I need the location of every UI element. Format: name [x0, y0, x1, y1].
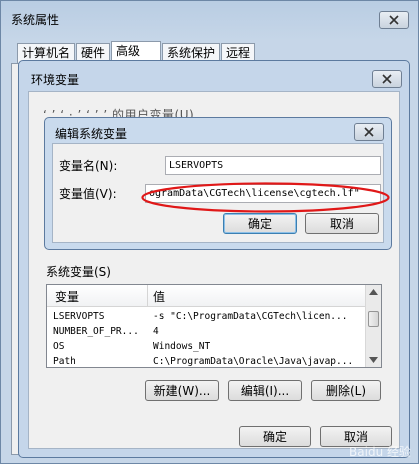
new-button[interactable]: 新建(W)... [145, 380, 219, 401]
vertical-scrollbar[interactable] [365, 285, 381, 367]
close-icon [389, 15, 399, 25]
row-value: C:\ProgramData\Oracle\Java\javap... [153, 356, 354, 367]
close-button[interactable] [379, 11, 409, 29]
row-name: NUMBER_OF_PR... [53, 326, 139, 337]
column-separator[interactable] [147, 285, 148, 307]
watermark: Baidu 经验 [349, 445, 411, 459]
table-row[interactable]: OS Windows_NT [47, 339, 367, 354]
cancel-button[interactable]: 取消 [305, 213, 379, 234]
close-button[interactable] [372, 70, 402, 88]
ok-button[interactable]: 确定 [223, 213, 297, 234]
table-row[interactable]: LSERVOPTS -s "C:\ProgramData\CGTech\lice… [47, 309, 367, 324]
close-icon [382, 74, 392, 84]
list-header: 变量 值 [47, 285, 381, 307]
row-value: 4 [153, 326, 159, 337]
variable-name-input[interactable]: LSERVOPTS [165, 156, 381, 175]
column-header-value[interactable]: 值 [153, 288, 165, 305]
highlight-ellipse [141, 182, 390, 213]
variable-value-label: 变量值(V): [59, 187, 117, 201]
dialog-title: 编辑系统变量 [55, 127, 128, 141]
system-variables-label: 系统变量(S) [46, 265, 111, 279]
column-header-variable[interactable]: 变量 [55, 288, 79, 305]
row-value: Windows_NT [153, 341, 211, 352]
system-variables-list[interactable]: 变量 值 LSERVOPTS -s "C:\ProgramData\CGTech… [46, 284, 382, 368]
dialog-title: 环境变量 [31, 73, 80, 87]
table-row[interactable]: NUMBER_OF_PR... 4 [47, 324, 367, 339]
scrollbar-thumb[interactable] [368, 311, 379, 327]
delete-button[interactable]: 删除(L) [311, 380, 381, 401]
window-title: 系统属性 [11, 13, 60, 27]
close-icon [364, 127, 374, 137]
table-row[interactable]: Path C:\ProgramData\Oracle\Java\javap... [47, 354, 367, 367]
env-ok-button[interactable]: 确定 [239, 426, 311, 447]
row-value: -s "C:\ProgramData\CGTech\licen... [153, 311, 348, 322]
scroll-down-icon[interactable] [369, 357, 378, 363]
variable-name-label: 变量名(N): [59, 159, 118, 173]
row-name: Path [53, 356, 76, 367]
scroll-up-icon[interactable] [369, 289, 378, 295]
close-button[interactable] [354, 123, 384, 141]
edit-button[interactable]: 编辑(I)... [228, 380, 302, 401]
row-name: OS [53, 341, 65, 352]
row-name: LSERVOPTS [53, 311, 105, 322]
